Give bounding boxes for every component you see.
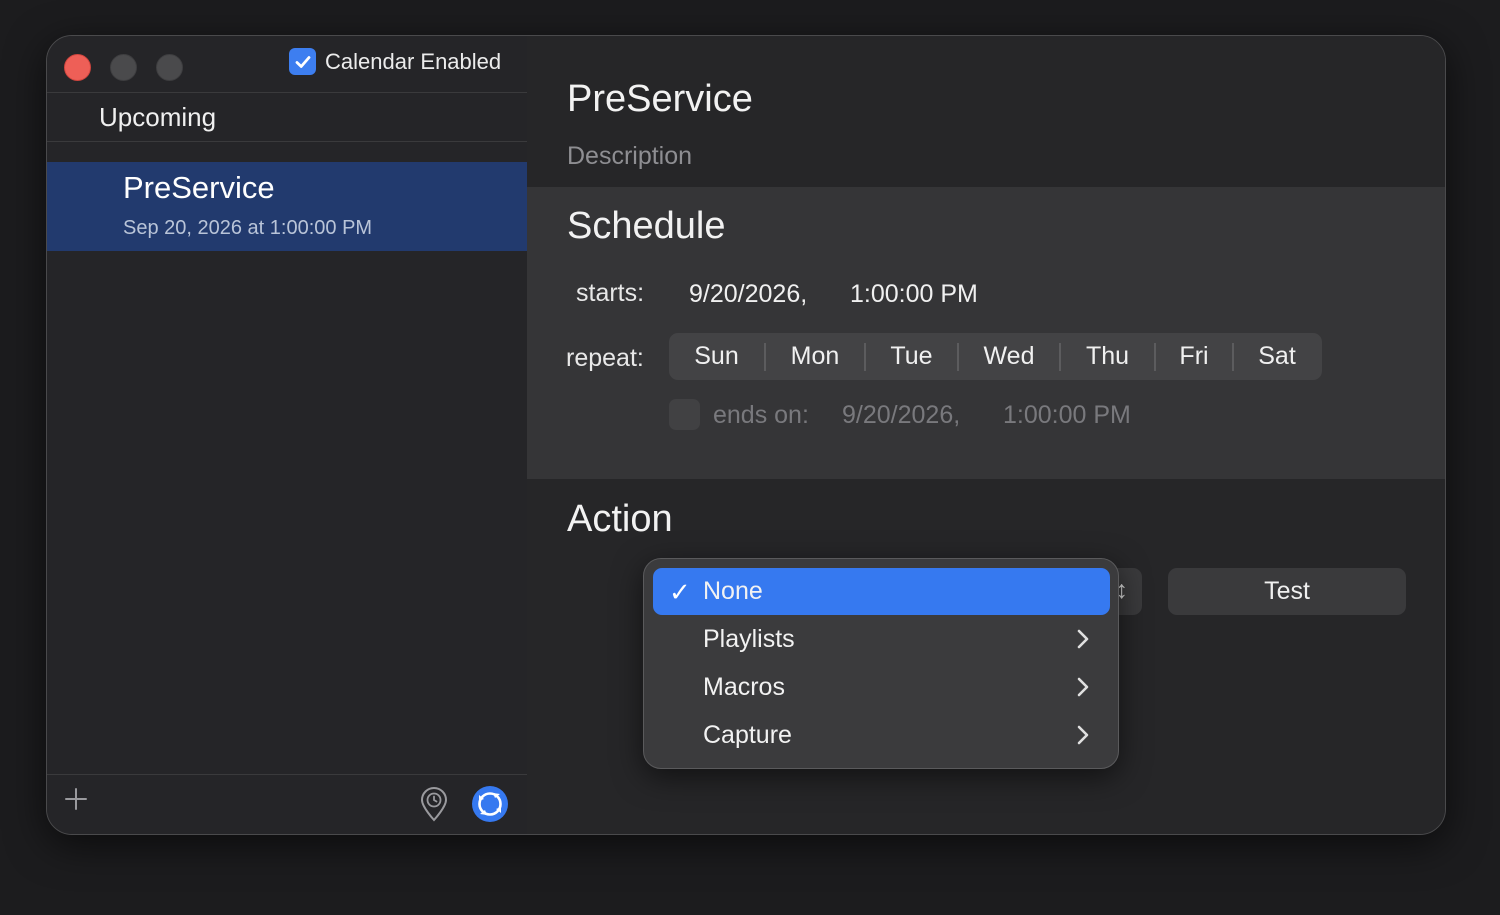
event-title-field[interactable]: PreService [567,78,753,121]
day-toggle-mon[interactable]: Mon [766,333,864,380]
divider [47,92,527,93]
action-heading: Action [567,498,673,540]
calendar-enabled-label: Calendar Enabled [325,48,502,74]
menu-item-playlists[interactable]: Playlists [653,616,1110,663]
sidebar-footer [47,774,527,834]
menu-item-label: Playlists [703,625,795,653]
event-datetime: Sep 20, 2026 at 1:00:00 PM [123,217,373,239]
action-menu: ✓ None Playlists Macros Capture [643,558,1119,769]
plus-icon[interactable] [65,788,87,810]
divider [47,141,527,142]
day-toggle-sat[interactable]: Sat [1234,333,1320,380]
section-header-upcoming: Upcoming [99,102,217,132]
description-field[interactable]: Description [567,142,692,171]
repeat-days-segmented-control: Sun Mon Tue Wed Thu Fri Sat [669,333,1322,380]
menu-item-label: Macros [703,673,785,701]
day-toggle-wed[interactable]: Wed [959,333,1059,380]
title-bar: Calendar Enabled [47,36,527,92]
location-clock-icon[interactable] [419,786,449,822]
event-title: PreService [123,170,275,205]
list-item-event[interactable]: PreService Sep 20, 2026 at 1:00:00 PM [47,162,527,251]
menu-item-macros[interactable]: Macros [653,664,1110,711]
starts-date-field[interactable]: 9/20/2026, [689,280,807,309]
starts-time-field[interactable]: 1:00:00 PM [850,280,978,309]
checkmark-icon: ✓ [669,577,691,607]
checkmark-icon [295,55,310,68]
menu-item-none[interactable]: ✓ None [653,568,1110,615]
day-toggle-tue[interactable]: Tue [866,333,957,380]
calendar-enabled-toggle[interactable]: Calendar Enabled [289,48,501,75]
event-header: PreService Description [527,36,1445,187]
menu-item-label: None [703,577,763,605]
calendar-enabled-checkbox[interactable] [289,48,316,75]
ends-on-checkbox[interactable] [669,399,700,430]
starts-label: starts: [576,279,645,307]
test-button[interactable]: Test [1168,568,1406,615]
ends-time-field[interactable]: 1:00:00 PM [1003,401,1131,430]
ends-date-field[interactable]: 9/20/2026, [842,401,960,430]
schedule-heading: Schedule [567,205,726,247]
sidebar: Calendar Enabled Upcoming PreService Sep… [47,36,527,834]
zoom-button[interactable] [156,54,183,81]
day-toggle-sun[interactable]: Sun [669,333,764,380]
chevron-right-icon [1077,725,1089,745]
day-toggle-fri[interactable]: Fri [1156,333,1232,380]
ends-on-label: ends on: [713,401,809,429]
minimize-button[interactable] [110,54,137,81]
day-toggle-thu[interactable]: Thu [1061,333,1154,380]
repeat-label: repeat: [566,344,644,372]
close-button[interactable] [64,54,91,81]
chevron-right-icon [1077,677,1089,697]
menu-item-label: Capture [703,721,792,749]
menu-item-capture[interactable]: Capture [653,712,1110,759]
chevron-right-icon [1077,629,1089,649]
sync-icon[interactable] [471,785,509,823]
schedule-section: Schedule starts: 9/20/2026, 1:00:00 PM r… [527,187,1445,479]
